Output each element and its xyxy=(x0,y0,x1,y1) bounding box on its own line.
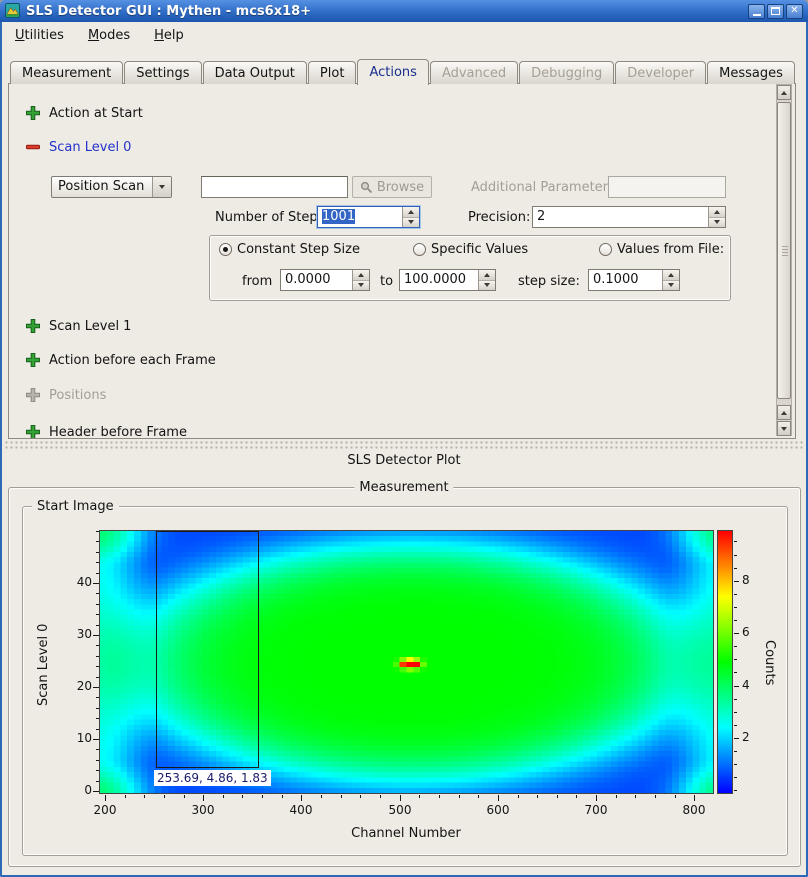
title-bar[interactable]: SLS Detector GUI : Mythen - mcs6x18+ xyxy=(0,0,808,22)
to-value: 100.0000 xyxy=(400,270,478,290)
tab-debugging: Debugging xyxy=(519,61,614,84)
precision-label: Precision: xyxy=(468,210,530,226)
spin-down-icon[interactable] xyxy=(479,281,495,291)
expand-plus-disabled-icon xyxy=(25,387,41,403)
expand-plus-icon[interactable] xyxy=(25,424,41,439)
spin-up-icon[interactable] xyxy=(353,270,369,281)
constant-step-radio[interactable] xyxy=(219,243,232,256)
zoom-selection-rect xyxy=(156,531,259,768)
step-size-value: 0.1000 xyxy=(589,270,662,290)
specific-values-label[interactable]: Specific Values xyxy=(431,242,528,258)
expand-plus-icon[interactable] xyxy=(25,352,41,368)
number-of-steps-value: 1001 xyxy=(322,209,355,224)
window-title: SLS Detector GUI : Mythen - mcs6x18+ xyxy=(26,4,748,19)
colorbar-title: Counts xyxy=(762,640,777,685)
step-size-label: step size: xyxy=(518,274,580,290)
tab-measurement[interactable]: Measurement xyxy=(10,61,123,84)
collapse-minus-icon[interactable] xyxy=(25,139,41,155)
tab-plot[interactable]: Plot xyxy=(308,61,357,84)
plot-section-title: SLS Detector Plot xyxy=(0,453,808,468)
tab-actions[interactable]: Actions xyxy=(357,59,429,85)
browse-label: Browse xyxy=(377,180,424,195)
number-of-steps-label: Number of Steps: xyxy=(215,210,329,226)
scan-level-1-label[interactable]: Scan Level 1 xyxy=(49,319,131,335)
start-image-group-title: Start Image xyxy=(32,499,119,514)
chevron-down-icon xyxy=(152,177,171,197)
header-before-frame-label[interactable]: Header before Frame xyxy=(49,425,187,439)
spin-buttons xyxy=(402,207,419,227)
expand-plus-icon[interactable] xyxy=(25,318,41,334)
spin-up-icon[interactable] xyxy=(403,207,419,218)
tab-advanced: Advanced xyxy=(430,61,518,84)
spin-up-icon[interactable] xyxy=(479,270,495,281)
values-from-file-radio[interactable] xyxy=(599,243,612,256)
y-axis-title: Scan Level 0 xyxy=(36,624,51,706)
from-value: 0.0000 xyxy=(281,270,352,290)
scroll-up-icon[interactable] xyxy=(777,405,791,420)
menu-help[interactable]: Help xyxy=(149,25,189,46)
specific-values-radio[interactable] xyxy=(413,243,426,256)
colorbar xyxy=(717,530,733,794)
tab-settings[interactable]: Settings xyxy=(124,61,201,84)
scrollbar-thumb[interactable] xyxy=(777,102,791,399)
app-window: SLS Detector GUI : Mythen - mcs6x18+ Uti… xyxy=(0,0,808,877)
app-icon xyxy=(5,3,21,19)
scroll-down-icon[interactable] xyxy=(777,421,791,436)
x-axis-title: Channel Number xyxy=(306,826,506,841)
spin-up-icon[interactable] xyxy=(663,270,679,281)
spin-buttons xyxy=(478,270,495,290)
action-at-start-label[interactable]: Action at Start xyxy=(49,106,143,122)
vertical-scrollbar[interactable] xyxy=(776,84,792,436)
constant-step-label[interactable]: Constant Step Size xyxy=(237,242,360,258)
scroll-up-icon[interactable] xyxy=(777,85,791,100)
to-spinbox[interactable]: 100.0000 xyxy=(399,269,496,291)
additional-parameter-label: Additional Parameter: xyxy=(471,180,612,196)
positions-label: Positions xyxy=(49,388,106,404)
tab-developer: Developer xyxy=(615,61,706,84)
to-label: to xyxy=(380,274,393,290)
spin-buttons xyxy=(662,270,679,290)
precision-spinbox[interactable]: 2 xyxy=(532,206,726,228)
spin-down-icon[interactable] xyxy=(353,281,369,291)
measurement-group-title: Measurement xyxy=(354,480,453,495)
from-spinbox[interactable]: 0.0000 xyxy=(280,269,370,291)
cursor-position-tooltip: 253.69, 4.86, 1.83 xyxy=(154,770,271,786)
scan-level-0-label[interactable]: Scan Level 0 xyxy=(49,140,131,156)
maximize-button-icon[interactable] xyxy=(767,4,784,19)
number-of-steps-spinbox[interactable]: 1001 xyxy=(317,206,420,228)
spin-buttons xyxy=(708,207,725,227)
close-button-icon[interactable] xyxy=(786,4,803,19)
minimize-button-icon[interactable] xyxy=(748,4,765,19)
menu-utilities[interactable]: Utilities xyxy=(10,25,69,46)
values-from-file-label[interactable]: Values from File: xyxy=(617,242,724,258)
browse-icon xyxy=(360,181,373,194)
actions-pane: Action at Start Scan Level 0 Position Sc… xyxy=(8,83,796,439)
menu-bar: Utilities Modes Help xyxy=(2,22,806,48)
spin-down-icon[interactable] xyxy=(403,218,419,228)
tab-bar: Measurement Settings Data Output Plot Ac… xyxy=(10,59,796,84)
menu-modes[interactable]: Modes xyxy=(83,25,135,46)
spin-up-icon[interactable] xyxy=(709,207,725,218)
tab-data-output[interactable]: Data Output xyxy=(203,61,307,84)
splitter-handle[interactable] xyxy=(4,440,804,450)
additional-parameter-input xyxy=(608,176,726,198)
step-size-spinbox[interactable]: 0.1000 xyxy=(588,269,680,291)
browse-button: Browse xyxy=(352,176,432,198)
action-before-each-frame-label[interactable]: Action before each Frame xyxy=(49,353,216,369)
spin-buttons xyxy=(352,270,369,290)
precision-value: 2 xyxy=(533,207,708,227)
from-label: from xyxy=(242,274,272,290)
spin-down-icon[interactable] xyxy=(663,281,679,291)
scan-mode-combobox[interactable]: Position Scan xyxy=(51,176,172,198)
tab-messages[interactable]: Messages xyxy=(707,61,795,84)
scan-script-input[interactable] xyxy=(201,176,348,198)
expand-plus-icon[interactable] xyxy=(25,105,41,121)
spin-down-icon[interactable] xyxy=(709,218,725,228)
scan-mode-value: Position Scan xyxy=(52,177,152,197)
